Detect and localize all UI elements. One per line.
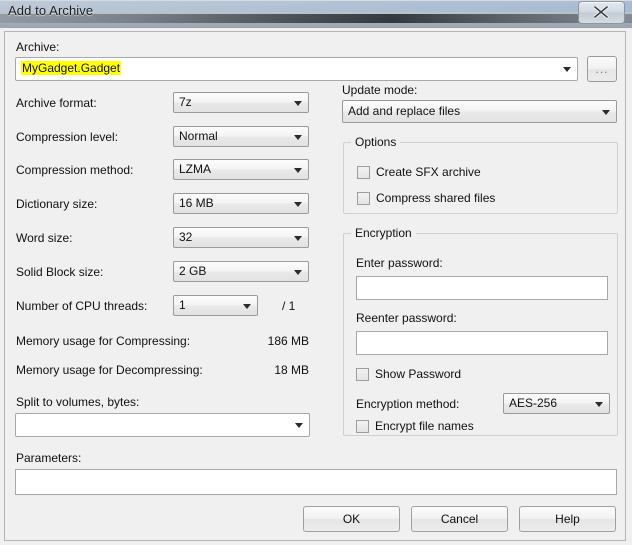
checkbox-icon	[357, 166, 370, 179]
browse-button[interactable]: ...	[587, 56, 617, 82]
parameters-label: Parameters:	[16, 451, 82, 465]
cpu-threads-label: Number of CPU threads:	[16, 299, 148, 313]
encryption-method-value: AES-256	[509, 396, 558, 410]
encryption-method-label: Encryption method:	[356, 397, 460, 411]
reenter-password-label: Reenter password:	[356, 311, 457, 325]
add-to-archive-window: Add to Archive Archive: MyGadget.Gadget …	[0, 0, 632, 545]
dictionary-size-label: Dictionary size:	[16, 197, 98, 211]
titlebar-shadow-band	[0, 14, 632, 23]
dictionary-size-value: 16 MB	[179, 196, 214, 210]
title-bar: Add to Archive	[0, 0, 632, 28]
dialog-body: Archive: MyGadget.Gadget ... Archive for…	[4, 31, 626, 541]
chevron-down-icon	[602, 110, 610, 115]
close-button[interactable]	[578, 1, 625, 24]
window-title: Add to Archive	[8, 3, 94, 18]
compression-level-label: Compression level:	[16, 130, 119, 144]
show-password-label: Show Password	[375, 367, 462, 381]
chevron-down-icon	[294, 236, 302, 241]
update-mode-label: Update mode:	[342, 83, 418, 97]
cpu-threads-value: 1	[179, 298, 186, 312]
cancel-button-label: Cancel	[440, 512, 479, 526]
encrypt-file-names-label: Encrypt file names	[375, 419, 474, 433]
compression-method-value: LZMA	[179, 162, 212, 176]
word-size-value: 32	[179, 230, 193, 244]
checkbox-icon	[357, 192, 370, 205]
ok-button-label: OK	[342, 512, 361, 526]
compression-level-combo[interactable]: Normal	[173, 126, 309, 147]
help-button-label: Help	[555, 512, 580, 526]
compress-shared-files-label: Compress shared files	[376, 191, 496, 205]
checkbox-icon	[356, 420, 369, 433]
encryption-groupbox: Encryption Enter password: Reenter passw…	[343, 226, 618, 436]
chevron-down-icon	[243, 304, 251, 309]
compression-method-combo[interactable]: LZMA	[173, 159, 309, 180]
memory-compress-label: Memory usage for Compressing:	[16, 334, 191, 348]
compression-method-label: Compression method:	[16, 163, 134, 177]
chevron-down-icon	[294, 135, 302, 140]
close-icon	[594, 6, 609, 19]
archive-path-combo[interactable]: MyGadget.Gadget	[15, 57, 578, 81]
word-size-combo[interactable]: 32	[173, 227, 309, 248]
solid-block-size-combo[interactable]: 2 GB	[173, 261, 309, 282]
options-group-title: Options	[351, 135, 401, 149]
archive-path-value: MyGadget.Gadget	[21, 61, 122, 75]
split-volumes-label: Split to volumes, bytes:	[16, 395, 140, 409]
archive-format-combo[interactable]: 7z	[173, 92, 309, 113]
solid-block-size-value: 2 GB	[179, 264, 207, 278]
split-volumes-combo[interactable]	[15, 413, 310, 437]
enter-password-label: Enter password:	[356, 256, 443, 270]
reenter-password-field[interactable]	[356, 331, 608, 355]
titlebar-background-bleed-right	[0, 1, 632, 12]
cancel-button[interactable]: Cancel	[411, 506, 508, 532]
titlebar-background-bleed	[0, 0, 632, 14]
ok-button[interactable]: OK	[303, 506, 400, 532]
chevron-down-icon	[294, 202, 302, 207]
chevron-down-icon	[563, 67, 571, 72]
memory-compress-value: 186 MB	[267, 334, 309, 348]
cpu-threads-combo[interactable]: 1	[173, 295, 258, 316]
memory-decompress-value: 18 MB	[274, 363, 309, 377]
parameters-field[interactable]	[15, 469, 617, 495]
solid-block-size-label: Solid Block size:	[16, 265, 104, 279]
create-sfx-archive-label: Create SFX archive	[376, 165, 481, 179]
chevron-down-icon	[595, 402, 603, 407]
help-button[interactable]: Help	[519, 506, 616, 532]
archive-path-text: MyGadget.Gadget	[21, 61, 122, 75]
compression-level-value: Normal	[179, 129, 218, 143]
word-size-label: Word size:	[16, 231, 73, 245]
update-mode-value: Add and replace files	[348, 104, 461, 118]
chevron-down-icon	[294, 168, 302, 173]
options-groupbox: Options Create SFX archive Compress shar…	[343, 135, 618, 214]
chevron-down-icon	[295, 423, 303, 428]
checkbox-icon	[356, 368, 369, 381]
dictionary-size-combo[interactable]: 16 MB	[173, 193, 309, 214]
titlebar-glass-band	[0, 0, 632, 6]
cpu-threads-max: / 1	[282, 299, 296, 313]
memory-decompress-label: Memory usage for Decompressing:	[16, 363, 203, 377]
archive-label: Archive:	[16, 40, 60, 54]
enter-password-field[interactable]	[356, 276, 608, 300]
encryption-method-combo[interactable]: AES-256	[503, 393, 610, 414]
encryption-group-title: Encryption	[351, 226, 416, 240]
chevron-down-icon	[294, 270, 302, 275]
update-mode-combo[interactable]: Add and replace files	[342, 100, 617, 123]
archive-format-label: Archive format:	[16, 96, 97, 110]
archive-format-value: 7z	[179, 95, 192, 109]
ellipsis-icon: ...	[595, 62, 609, 76]
chevron-down-icon	[294, 101, 302, 106]
